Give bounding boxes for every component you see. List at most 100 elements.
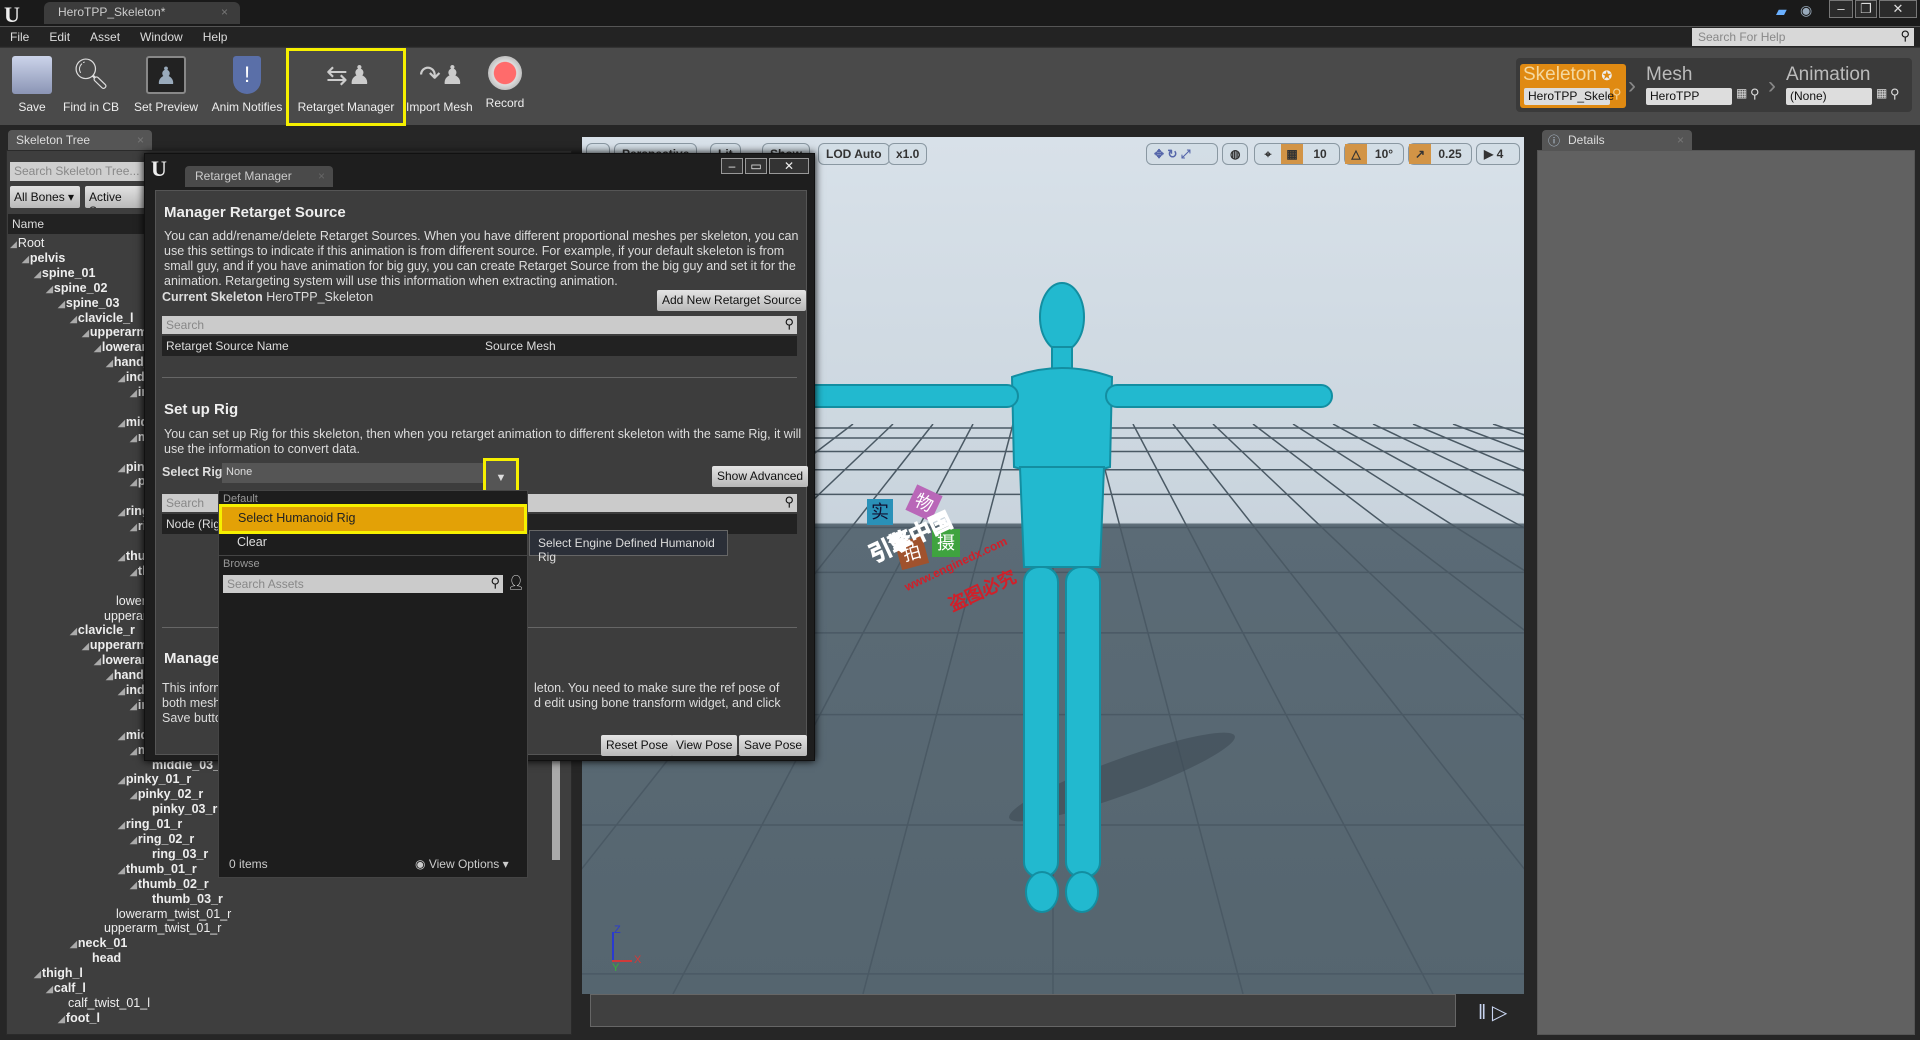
chat-icon[interactable]: ▰ — [1776, 3, 1787, 20]
expand-arrow-icon[interactable]: ◢ — [10, 239, 17, 249]
save-button[interactable]: Save — [10, 56, 54, 120]
tree-scrollbar[interactable] — [552, 760, 560, 860]
tree-node[interactable]: ◢calf_l — [46, 981, 86, 997]
record-button[interactable]: Record — [484, 56, 526, 120]
expand-arrow-icon[interactable]: ◢ — [70, 939, 77, 949]
all-bones-filter-button[interactable]: All Bones ▾ — [10, 186, 80, 208]
expand-arrow-icon[interactable]: ◢ — [106, 671, 113, 681]
close-tab-icon[interactable]: × — [221, 5, 228, 19]
expand-arrow-icon[interactable]: ◢ — [118, 463, 125, 473]
tree-node[interactable]: ◢thigh_l — [34, 966, 83, 982]
expand-arrow-icon[interactable]: ◢ — [130, 880, 137, 890]
find-in-cb-button[interactable]: 🔍︎ Find in CB — [62, 56, 120, 120]
column-retarget-source-name[interactable]: Retarget Source Name — [166, 339, 289, 353]
mesh-mode-tab[interactable]: Mesh HeroTPP ▦ ⚲ — [1646, 64, 1776, 108]
select-humanoid-rig-menu-item[interactable]: Select Humanoid Rig — [219, 504, 527, 534]
browse-search-icon[interactable]: ⚲ — [1612, 86, 1622, 102]
expand-arrow-icon[interactable]: ◢ — [130, 746, 137, 756]
tree-node[interactable]: ◢pinky_02_r — [130, 787, 203, 803]
close-window-button[interactable]: ✕ — [769, 158, 809, 174]
column-node-rig[interactable]: Node (Rig) — [166, 517, 224, 531]
expand-arrow-icon[interactable]: ◢ — [130, 835, 137, 845]
tree-node[interactable]: ◢spine_01 — [34, 266, 95, 282]
view-options-button[interactable]: ◉ View Options ▾ — [415, 857, 509, 871]
anim-notifies-button[interactable]: ! Anim Notifies — [210, 56, 284, 120]
tree-node[interactable]: ◢foot_l — [58, 1011, 100, 1027]
tree-node[interactable]: ◢clavicle_r — [70, 623, 135, 639]
expand-arrow-icon[interactable]: ◢ — [118, 731, 125, 741]
expand-arrow-icon[interactable]: ◢ — [118, 507, 125, 517]
menu-window[interactable]: Window — [130, 27, 193, 44]
expand-arrow-icon[interactable]: ◢ — [94, 343, 101, 353]
rotation-snap-value[interactable]: 10° — [1367, 147, 1401, 161]
grid-snap-icon[interactable]: ▦ — [1281, 144, 1303, 164]
tree-node[interactable]: ◢ring_02_r — [130, 832, 194, 848]
maximize-button[interactable]: ❐ — [1855, 0, 1877, 18]
lod-button[interactable]: LOD Auto — [818, 143, 890, 165]
skeleton-asset-field[interactable]: HeroTPP_Skele — [1524, 88, 1614, 105]
grid-icon[interactable]: ▦ — [1736, 86, 1747, 100]
tree-node[interactable]: ◢spine_03 — [58, 296, 119, 312]
retarget-manager-tab[interactable]: Retarget Manager × — [185, 166, 333, 187]
expand-arrow-icon[interactable]: ◢ — [82, 641, 89, 651]
tree-node[interactable]: ◢thumb_01_r — [118, 862, 197, 878]
expand-arrow-icon[interactable]: ◢ — [118, 552, 125, 562]
expand-arrow-icon[interactable]: ◢ — [118, 775, 125, 785]
expand-arrow-icon[interactable]: ◢ — [46, 284, 53, 294]
surface-snap-icon[interactable]: ⌖ — [1255, 144, 1281, 162]
translate-icon[interactable]: ✥ — [1154, 147, 1164, 161]
transform-tools[interactable]: ✥ ↻ ⤢ — [1146, 143, 1218, 165]
animation-mode-tab[interactable]: Animation (None) ▦ ⚲ — [1786, 64, 1910, 108]
expand-arrow-icon[interactable]: ◢ — [94, 656, 101, 666]
tree-node[interactable]: pinky_03_r — [142, 802, 217, 817]
tree-node[interactable]: ◢clavicle_l — [70, 311, 134, 327]
menu-edit[interactable]: Edit — [39, 27, 80, 44]
column-source-mesh[interactable]: Source Mesh — [485, 339, 556, 353]
skeleton-tree-tab[interactable]: Skeleton Tree × — [8, 130, 152, 150]
tree-node[interactable]: thumb_03_r — [142, 892, 223, 907]
expand-arrow-icon[interactable]: ◢ — [118, 373, 125, 383]
tree-node[interactable]: ◢spine_02 — [46, 281, 107, 297]
rotation-snap-icon[interactable]: △ — [1345, 144, 1367, 164]
tree-node[interactable]: ◢Root — [10, 236, 44, 252]
tree-node[interactable]: calf_twist_01_l — [58, 996, 150, 1011]
expand-arrow-icon[interactable]: ◢ — [130, 701, 137, 711]
expand-arrow-icon[interactable]: ◢ — [130, 790, 137, 800]
reset-pose-button[interactable]: Reset Pose — [601, 735, 674, 756]
tree-node[interactable]: ◢pinky_01_r — [118, 772, 191, 788]
playback-speed-button[interactable]: x1.0 — [888, 143, 928, 165]
animation-asset-field[interactable]: (None) — [1786, 88, 1872, 105]
menu-file[interactable]: File — [0, 27, 39, 44]
expand-arrow-icon[interactable]: ◢ — [70, 314, 77, 324]
menu-help[interactable]: Help — [193, 27, 238, 44]
add-new-retarget-source-button[interactable]: Add New Retarget Source — [657, 290, 807, 311]
close-tab-icon[interactable]: × — [137, 133, 144, 147]
close-tab-icon[interactable]: × — [1677, 133, 1684, 147]
maximize-button[interactable]: ▭ — [745, 158, 767, 174]
tree-node[interactable]: ring_03_r — [142, 847, 208, 862]
scale-icon[interactable]: ⤢ — [1181, 147, 1191, 161]
close-tab-icon[interactable]: × — [318, 169, 325, 183]
tree-node[interactable]: head — [82, 951, 121, 966]
expand-arrow-icon[interactable]: ◢ — [130, 477, 137, 487]
play-icon[interactable]: ▷ — [1492, 1002, 1507, 1024]
help-search-input[interactable]: Search For Help ⚲ — [1692, 28, 1914, 46]
grid-snap-value[interactable]: 10 — [1303, 147, 1337, 161]
expand-arrow-icon[interactable]: ◢ — [34, 969, 41, 979]
user-filter-icon[interactable]: 👤︎ — [507, 574, 525, 591]
tree-node[interactable]: upperarm_twist_01_r — [94, 921, 221, 936]
search-icon[interactable]: ⚲ — [1750, 86, 1760, 102]
camera-speed-button[interactable]: ▶ 4 — [1476, 143, 1520, 165]
expand-arrow-icon[interactable]: ◢ — [130, 388, 137, 398]
expand-arrow-icon[interactable]: ◢ — [118, 418, 125, 428]
retarget-manager-button[interactable]: ⇆♟ Retarget Manager — [286, 48, 406, 126]
grid-icon[interactable]: ▦ — [1876, 86, 1887, 100]
menu-asset[interactable]: Asset — [80, 27, 130, 44]
tree-node[interactable]: ◢ring_01_r — [118, 817, 182, 833]
expand-arrow-icon[interactable]: ◢ — [118, 820, 125, 830]
tree-node[interactable]: ◢thumb_02_r — [130, 877, 209, 893]
save-pose-button[interactable]: Save Pose — [739, 735, 808, 756]
tree-node[interactable]: lowerarm_twist_01_r — [106, 907, 231, 922]
expand-arrow-icon[interactable]: ◢ — [34, 269, 41, 279]
document-tab[interactable]: HeroTPP_Skeleton* × — [44, 2, 240, 24]
